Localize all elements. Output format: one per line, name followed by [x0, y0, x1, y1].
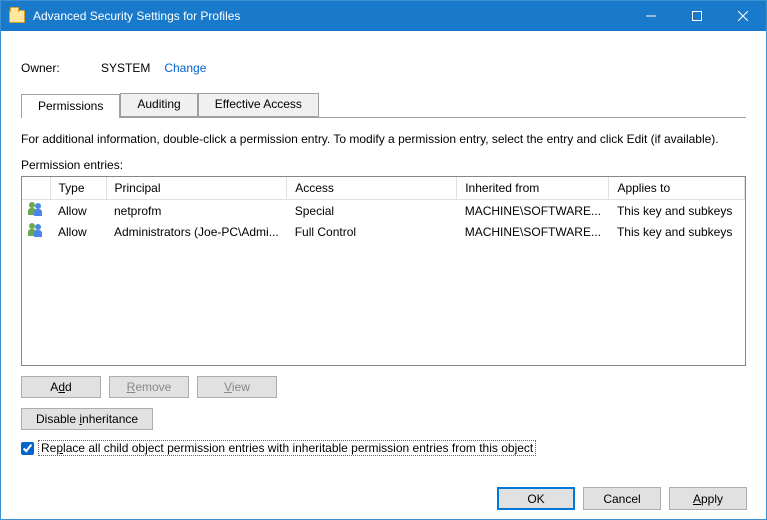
tabs: Permissions Auditing Effective Access: [21, 93, 746, 118]
replace-children-row: Replace all child object permission entr…: [21, 440, 746, 456]
col-icon[interactable]: [22, 177, 50, 200]
window-title: Advanced Security Settings for Profiles: [33, 9, 628, 23]
replace-children-label[interactable]: Replace all child object permission entr…: [38, 440, 536, 456]
apply-button[interactable]: Apply: [669, 487, 747, 510]
permission-table[interactable]: Type Principal Access Inherited from App…: [21, 176, 746, 366]
maximize-button[interactable]: [674, 1, 720, 31]
cell-applies: This key and subkeys: [609, 200, 745, 222]
view-button[interactable]: View: [197, 376, 277, 398]
minimize-button[interactable]: [628, 1, 674, 31]
disable-inheritance-button[interactable]: Disable inheritance: [21, 408, 153, 430]
cell-access: Full Control: [287, 221, 457, 242]
change-owner-link[interactable]: Change: [164, 61, 206, 75]
cell-inherited: MACHINE\SOFTWARE...: [457, 200, 609, 222]
group-icon: [28, 202, 44, 216]
col-access[interactable]: Access: [287, 177, 457, 200]
table-row[interactable]: Allow netprofm Special MACHINE\SOFTWARE.…: [22, 200, 745, 222]
inheritance-row: Disable inheritance: [21, 408, 746, 430]
entries-label: Permission entries:: [21, 158, 746, 172]
close-button[interactable]: [720, 1, 766, 31]
close-icon: [738, 11, 748, 21]
folder-icon: [9, 10, 25, 23]
instruction-text: For additional information, double-click…: [21, 132, 746, 146]
col-inherited[interactable]: Inherited from: [457, 177, 609, 200]
maximize-icon: [692, 11, 702, 21]
cell-type: Allow: [50, 200, 106, 222]
owner-value: SYSTEM: [101, 61, 150, 75]
content-area: Owner: SYSTEM Change Permissions Auditin…: [1, 31, 766, 466]
remove-button[interactable]: Remove: [109, 376, 189, 398]
owner-label: Owner:: [21, 61, 101, 75]
group-icon: [28, 223, 44, 237]
tab-auditing[interactable]: Auditing: [120, 93, 197, 117]
col-type[interactable]: Type: [50, 177, 106, 200]
table-header-row: Type Principal Access Inherited from App…: [22, 177, 745, 200]
add-button[interactable]: Add: [21, 376, 101, 398]
tab-effective-access[interactable]: Effective Access: [198, 93, 319, 117]
col-principal[interactable]: Principal: [106, 177, 287, 200]
cell-inherited: MACHINE\SOFTWARE...: [457, 221, 609, 242]
col-applies[interactable]: Applies to: [609, 177, 745, 200]
replace-children-checkbox[interactable]: [21, 442, 34, 455]
ok-button[interactable]: OK: [497, 487, 575, 510]
cell-principal: netprofm: [106, 200, 287, 222]
tab-body: For additional information, double-click…: [21, 118, 746, 456]
entry-buttons: Add Remove View: [21, 376, 746, 398]
cell-access: Special: [287, 200, 457, 222]
titlebar: Advanced Security Settings for Profiles: [1, 1, 766, 31]
cell-applies: This key and subkeys: [609, 221, 745, 242]
cancel-button[interactable]: Cancel: [583, 487, 661, 510]
cell-principal: Administrators (Joe-PC\Admi...: [106, 221, 287, 242]
minimize-icon: [646, 11, 656, 21]
tab-permissions[interactable]: Permissions: [21, 94, 120, 118]
dialog-buttons: OK Cancel Apply: [497, 487, 747, 510]
owner-row: Owner: SYSTEM Change: [21, 61, 746, 75]
cell-type: Allow: [50, 221, 106, 242]
table-row[interactable]: Allow Administrators (Joe-PC\Admi... Ful…: [22, 221, 745, 242]
